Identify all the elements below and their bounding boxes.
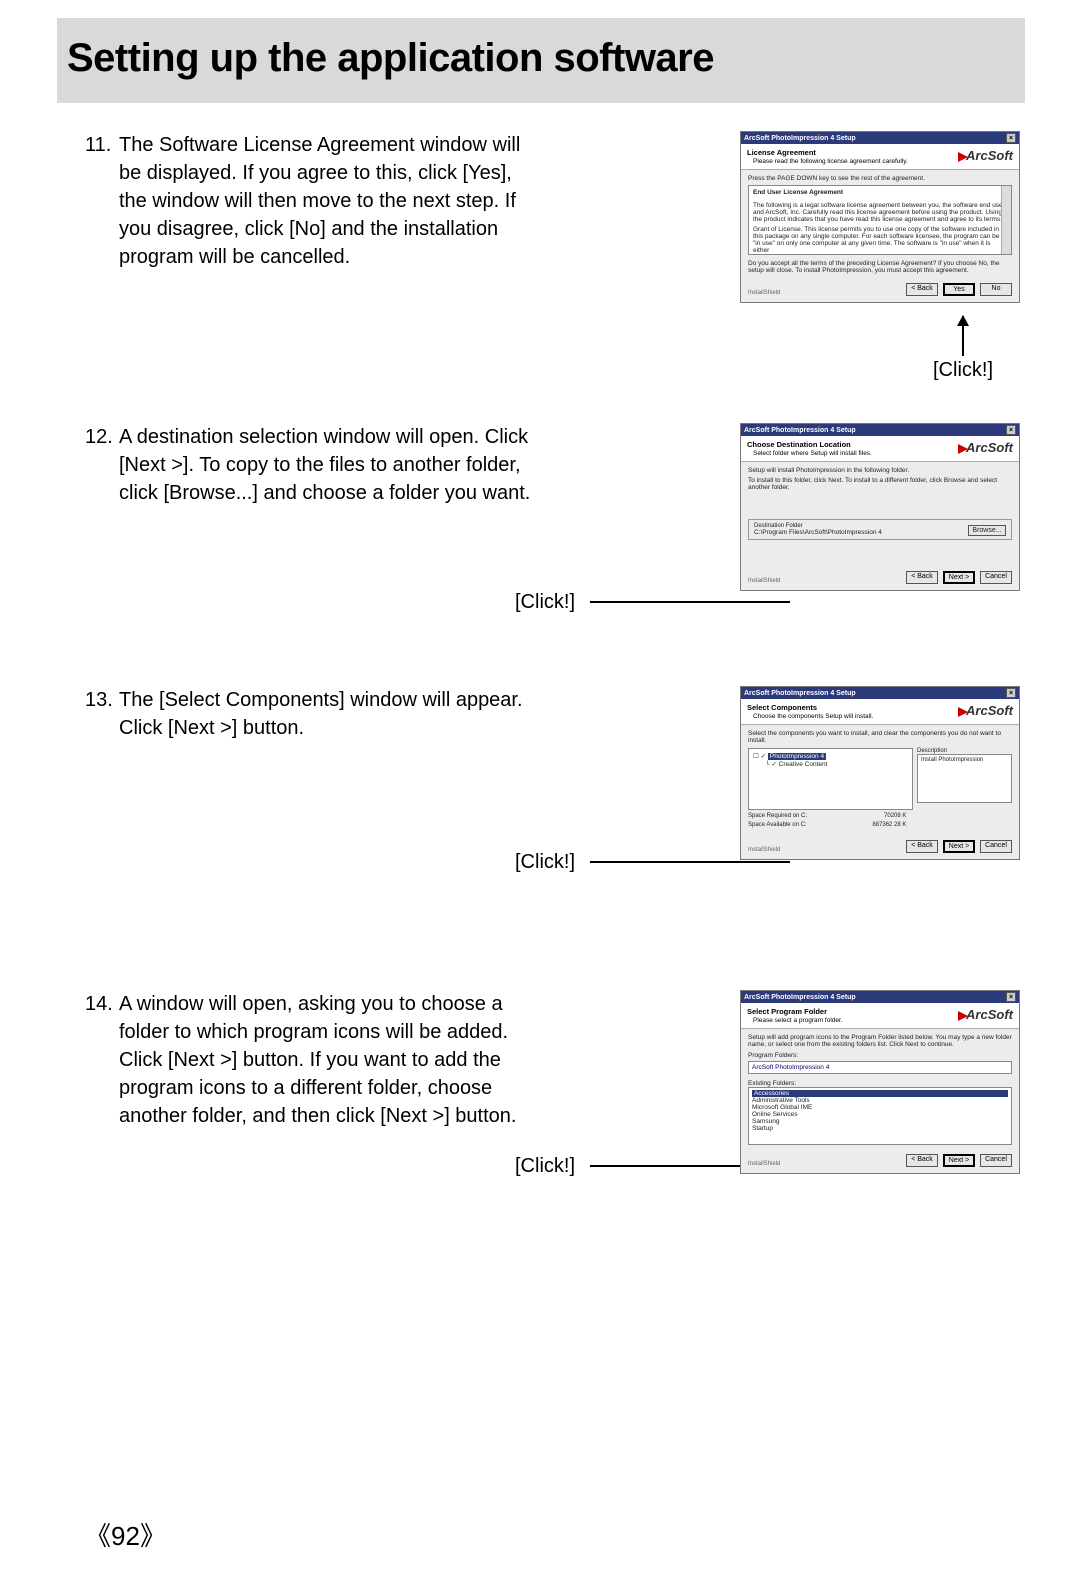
cancel-button[interactable]: Cancel	[980, 1154, 1012, 1167]
close-icon[interactable]: ×	[1006, 688, 1016, 698]
back-button[interactable]: < Back	[906, 1154, 938, 1167]
eula-textbox[interactable]: End User License Agreement The following…	[748, 185, 1012, 255]
step-13-row: 13. The [Select Components] window will …	[85, 686, 1020, 860]
arcsoft-logo: ArcSoft	[958, 148, 1013, 163]
arrow-icon	[962, 316, 964, 356]
screenshot-13: ArcSoft PhotoImpression 4 Setup × Select…	[740, 686, 1020, 860]
page-title: Setting up the application software	[67, 36, 1025, 81]
cancel-button[interactable]: Cancel	[980, 571, 1012, 584]
step-13-text: 13. The [Select Components] window will …	[85, 686, 540, 742]
close-icon[interactable]: ×	[1006, 425, 1016, 435]
back-button[interactable]: < Back	[906, 840, 938, 853]
dialog-titlebar: ArcSoft PhotoImpression 4 Setup ×	[741, 132, 1019, 144]
destination-folder-box: Destination Folder C:\Program Files\ArcS…	[748, 519, 1012, 540]
connector-line	[590, 601, 790, 603]
back-button[interactable]: < Back	[906, 571, 938, 584]
page-number: 《92》	[85, 1516, 166, 1553]
connector-line	[590, 861, 790, 863]
program-folder-input[interactable]: ArcSoft PhotoImpression 4	[748, 1061, 1012, 1074]
description-box: Install PhotoImpression	[917, 754, 1012, 803]
cancel-button[interactable]: Cancel	[980, 840, 1012, 853]
next-button[interactable]: Next >	[943, 571, 975, 584]
arcsoft-logo: ArcSoft	[958, 1007, 1013, 1022]
back-button[interactable]: < Back	[906, 283, 938, 296]
destination-dialog: ArcSoft PhotoImpression 4 Setup × Choose…	[740, 423, 1020, 591]
close-icon[interactable]: ×	[1006, 992, 1016, 1002]
screenshot-14: ArcSoft PhotoImpression 4 Setup × Select…	[740, 990, 1020, 1174]
no-button[interactable]: No	[980, 283, 1012, 296]
click-label-13: [Click!]	[515, 851, 575, 874]
program-folder-dialog: ArcSoft PhotoImpression 4 Setup × Select…	[740, 990, 1020, 1174]
components-dialog: ArcSoft PhotoImpression 4 Setup × Select…	[740, 686, 1020, 860]
step-12-row: 12. A destination selection window will …	[85, 423, 1020, 591]
close-icon[interactable]: ×	[1006, 133, 1016, 143]
step-14-text: 14. A window will open, asking you to ch…	[85, 990, 540, 1130]
screenshot-11: ArcSoft PhotoImpression 4 Setup × Licens…	[740, 131, 1020, 303]
license-dialog: ArcSoft PhotoImpression 4 Setup × Licens…	[740, 131, 1020, 303]
title-block: Setting up the application software	[57, 18, 1025, 103]
component-tree[interactable]: ☐ ✓ PhotoImpression 4 └ ✓ Creative Conte…	[748, 748, 913, 810]
click-label-12: [Click!]	[515, 591, 575, 614]
screenshot-12: ArcSoft PhotoImpression 4 Setup × Choose…	[740, 423, 1020, 591]
step-11-text: 11. The Software License Agreement windo…	[85, 131, 540, 271]
existing-folders-list[interactable]: Accessories Administrative Tools Microso…	[748, 1087, 1012, 1145]
arcsoft-logo: ArcSoft	[958, 440, 1013, 455]
browse-button[interactable]: Browse...	[968, 525, 1006, 536]
step-11-row: 11. The Software License Agreement windo…	[85, 131, 1020, 303]
step-12-text: 12. A destination selection window will …	[85, 423, 540, 507]
click-label-11: [Click!]	[933, 359, 993, 382]
step-14-row: 14. A window will open, asking you to ch…	[85, 990, 1020, 1174]
next-button[interactable]: Next >	[943, 840, 975, 853]
yes-button[interactable]: Yes	[943, 283, 975, 296]
manual-page: Setting up the application software 11. …	[0, 0, 1080, 1585]
next-button[interactable]: Next >	[943, 1154, 975, 1167]
arcsoft-logo: ArcSoft	[958, 703, 1013, 718]
click-label-14: [Click!]	[515, 1155, 575, 1178]
